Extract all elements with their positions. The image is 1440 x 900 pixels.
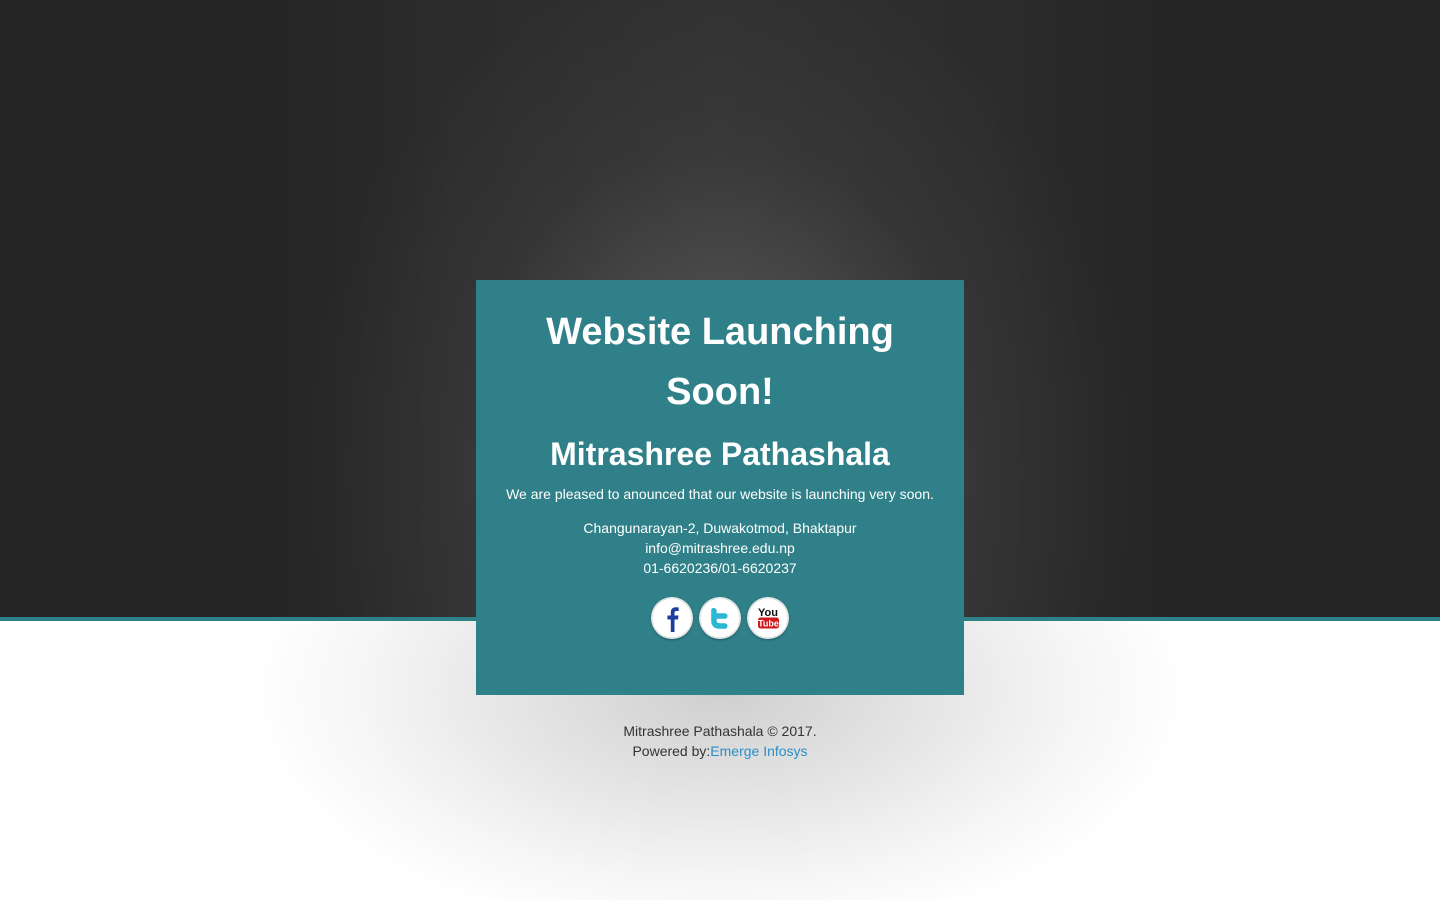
address-text: Changunarayan-2, Duwakotmod, Bhaktapur [583, 520, 857, 536]
school-name: Mitrashree Pathashala [550, 436, 890, 472]
email-text: info@mitrashree.edu.np [645, 540, 795, 556]
powered-by: Powered by:Emerge Infosys [0, 741, 1440, 761]
youtube-link[interactable]: You Tube [747, 597, 789, 639]
twitter-link[interactable] [699, 597, 741, 639]
copyright-text: Mitrashree Pathashala © 2017. [623, 723, 817, 739]
youtube-icon: You Tube [747, 597, 789, 639]
facebook-link[interactable] [651, 597, 693, 639]
powered-by-label: Powered by: [632, 743, 711, 759]
tagline: We are pleased to anounced that our webs… [506, 486, 934, 502]
footer: Mitrashree Pathashala © 2017. Powered by… [0, 721, 1440, 761]
facebook-icon [651, 597, 693, 639]
svg-text:You: You [758, 607, 778, 619]
contact-info: Changunarayan-2, Duwakotmod, Bhaktapur i… [476, 518, 964, 578]
phone-text: 01-6620236/01-6620237 [643, 560, 797, 576]
page-title: Website Launching Soon! [546, 311, 894, 413]
social-links: You Tube [476, 597, 964, 639]
svg-text:Tube: Tube [758, 619, 779, 629]
emerge-infosys-link[interactable]: Emerge Infosys [710, 743, 807, 759]
launch-card: Website Launching Soon! Mitrashree Patha… [476, 280, 964, 695]
twitter-icon [699, 597, 741, 639]
